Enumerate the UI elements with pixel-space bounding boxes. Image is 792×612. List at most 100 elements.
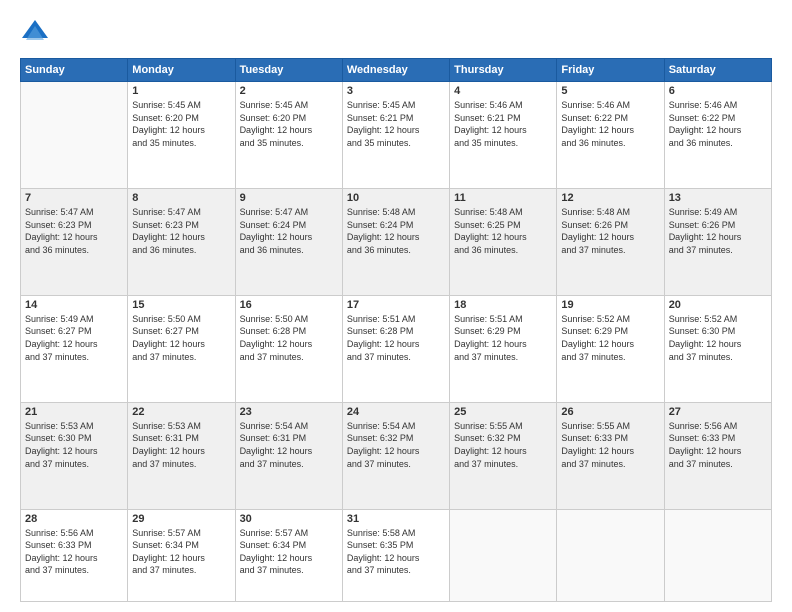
calendar-week-4: 21 Sunrise: 5:53 AMSunset: 6:30 PMDayligh… [21,402,772,509]
weekday-header-saturday: Saturday [664,59,771,82]
day-number: 5 [561,85,659,97]
calendar-cell [21,82,128,189]
day-number: 16 [240,299,338,311]
calendar-cell: 13 Sunrise: 5:49 AMSunset: 6:26 PMDayligh… [664,188,771,295]
day-info: Sunrise: 5:45 AMSunset: 6:21 PMDaylight:… [347,99,445,149]
calendar-cell: 31Sunrise: 5:58 AMSunset: 6:35 PMDayligh… [342,509,449,601]
calendar-cell: 25Sunrise: 5:55 AMSunset: 6:32 PMDayligh… [450,402,557,509]
day-info: Sunrise: 5:50 AMSunset: 6:28 PMDaylight:… [240,313,338,363]
calendar-cell: 5 Sunrise: 5:46 AMSunset: 6:22 PMDaylight… [557,82,664,189]
day-info: Sunrise: 5:47 AMSunset: 6:23 PMDaylight:… [132,206,230,256]
weekday-header-sunday: Sunday [21,59,128,82]
day-info: Sunrise: 5:57 AMSunset: 6:34 PMDaylight:… [132,527,230,577]
day-info: Sunrise: 5:49 AMSunset: 6:26 PMDaylight:… [669,206,767,256]
day-number: 11 [454,192,552,204]
day-info: Sunrise: 5:51 AMSunset: 6:28 PMDaylight:… [347,313,445,363]
calendar-cell: 16 Sunrise: 5:50 AMSunset: 6:28 PMDayligh… [235,295,342,402]
day-info: Sunrise: 5:56 AMSunset: 6:33 PMDaylight:… [669,420,767,470]
calendar-week-3: 14 Sunrise: 5:49 AMSunset: 6:27 PMDayligh… [21,295,772,402]
day-number: 13 [669,192,767,204]
day-info: Sunrise: 5:56 AMSunset: 6:33 PMDaylight:… [25,527,123,577]
day-info: Sunrise: 5:46 AMSunset: 6:22 PMDaylight:… [561,99,659,149]
calendar-cell: 18 Sunrise: 5:51 AMSunset: 6:29 PMDayligh… [450,295,557,402]
calendar-cell: 6 Sunrise: 5:46 AMSunset: 6:22 PMDaylight… [664,82,771,189]
day-number: 8 [132,192,230,204]
day-info: Sunrise: 5:53 AMSunset: 6:30 PMDaylight:… [25,420,123,470]
day-number: 25 [454,406,552,418]
calendar-cell: 21 Sunrise: 5:53 AMSunset: 6:30 PMDayligh… [21,402,128,509]
calendar-cell: 12Sunrise: 5:48 AMSunset: 6:26 PMDayligh… [557,188,664,295]
calendar-cell: 19 Sunrise: 5:52 AMSunset: 6:29 PMDayligh… [557,295,664,402]
day-info: Sunrise: 5:54 AMSunset: 6:32 PMDaylight:… [347,420,445,470]
day-info: Sunrise: 5:47 AMSunset: 6:23 PMDaylight:… [25,206,123,256]
weekday-header-wednesday: Wednesday [342,59,449,82]
day-number: 22 [132,406,230,418]
day-number: 19 [561,299,659,311]
day-info: Sunrise: 5:48 AMSunset: 6:24 PMDaylight:… [347,206,445,256]
weekday-header-monday: Monday [128,59,235,82]
logo [20,18,54,48]
calendar-cell: 14 Sunrise: 5:49 AMSunset: 6:27 PMDayligh… [21,295,128,402]
day-number: 2 [240,85,338,97]
day-number: 9 [240,192,338,204]
header [20,18,772,48]
calendar-week-5: 28 Sunrise: 5:56 AMSunset: 6:33 PMDayligh… [21,509,772,601]
day-number: 17 [347,299,445,311]
day-number: 7 [25,192,123,204]
calendar-cell: 15 Sunrise: 5:50 AMSunset: 6:27 PMDayligh… [128,295,235,402]
logo-icon [20,18,50,48]
calendar-week-1: 1 Sunrise: 5:45 AMSunset: 6:20 PMDaylight… [21,82,772,189]
calendar-cell: 28 Sunrise: 5:56 AMSunset: 6:33 PMDayligh… [21,509,128,601]
calendar-cell: 29 Sunrise: 5:57 AMSunset: 6:34 PMDayligh… [128,509,235,601]
page: SundayMondayTuesdayWednesdayThursdayFrid… [0,0,792,612]
day-number: 31 [347,513,445,525]
calendar-table: SundayMondayTuesdayWednesdayThursdayFrid… [20,58,772,602]
day-info: Sunrise: 5:50 AMSunset: 6:27 PMDaylight:… [132,313,230,363]
day-number: 30 [240,513,338,525]
day-info: Sunrise: 5:46 AMSunset: 6:21 PMDaylight:… [454,99,552,149]
day-number: 15 [132,299,230,311]
calendar-cell: 3 Sunrise: 5:45 AMSunset: 6:21 PMDaylight… [342,82,449,189]
day-info: Sunrise: 5:47 AMSunset: 6:24 PMDaylight:… [240,206,338,256]
weekday-header-thursday: Thursday [450,59,557,82]
day-number: 14 [25,299,123,311]
day-number: 27 [669,406,767,418]
calendar-cell: 10 Sunrise: 5:48 AMSunset: 6:24 PMDayligh… [342,188,449,295]
day-number: 21 [25,406,123,418]
calendar-cell: 20Sunrise: 5:52 AMSunset: 6:30 PMDayligh… [664,295,771,402]
day-info: Sunrise: 5:54 AMSunset: 6:31 PMDaylight:… [240,420,338,470]
day-number: 1 [132,85,230,97]
calendar-week-2: 7 Sunrise: 5:47 AMSunset: 6:23 PMDaylight… [21,188,772,295]
day-number: 28 [25,513,123,525]
day-info: Sunrise: 5:46 AMSunset: 6:22 PMDaylight:… [669,99,767,149]
calendar-cell: 7 Sunrise: 5:47 AMSunset: 6:23 PMDaylight… [21,188,128,295]
day-number: 4 [454,85,552,97]
calendar-cell: 2 Sunrise: 5:45 AMSunset: 6:20 PMDaylight… [235,82,342,189]
day-info: Sunrise: 5:48 AMSunset: 6:25 PMDaylight:… [454,206,552,256]
calendar-cell: 26Sunrise: 5:55 AMSunset: 6:33 PMDayligh… [557,402,664,509]
day-number: 3 [347,85,445,97]
weekday-header-friday: Friday [557,59,664,82]
day-info: Sunrise: 5:52 AMSunset: 6:29 PMDaylight:… [561,313,659,363]
day-info: Sunrise: 5:52 AMSunset: 6:30 PMDaylight:… [669,313,767,363]
calendar-cell [557,509,664,601]
calendar-cell: 30Sunrise: 5:57 AMSunset: 6:34 PMDayligh… [235,509,342,601]
day-number: 26 [561,406,659,418]
calendar-cell [450,509,557,601]
calendar-cell: 17 Sunrise: 5:51 AMSunset: 6:28 PMDayligh… [342,295,449,402]
calendar-cell [664,509,771,601]
day-number: 24 [347,406,445,418]
calendar-cell: 4 Sunrise: 5:46 AMSunset: 6:21 PMDaylight… [450,82,557,189]
calendar-cell: 9 Sunrise: 5:47 AMSunset: 6:24 PMDaylight… [235,188,342,295]
weekday-header-tuesday: Tuesday [235,59,342,82]
day-number: 10 [347,192,445,204]
day-info: Sunrise: 5:51 AMSunset: 6:29 PMDaylight:… [454,313,552,363]
day-number: 6 [669,85,767,97]
calendar-cell: 11 Sunrise: 5:48 AMSunset: 6:25 PMDayligh… [450,188,557,295]
day-info: Sunrise: 5:49 AMSunset: 6:27 PMDaylight:… [25,313,123,363]
day-number: 18 [454,299,552,311]
calendar-cell: 24 Sunrise: 5:54 AMSunset: 6:32 PMDayligh… [342,402,449,509]
day-number: 12 [561,192,659,204]
day-number: 29 [132,513,230,525]
day-info: Sunrise: 5:45 AMSunset: 6:20 PMDaylight:… [240,99,338,149]
